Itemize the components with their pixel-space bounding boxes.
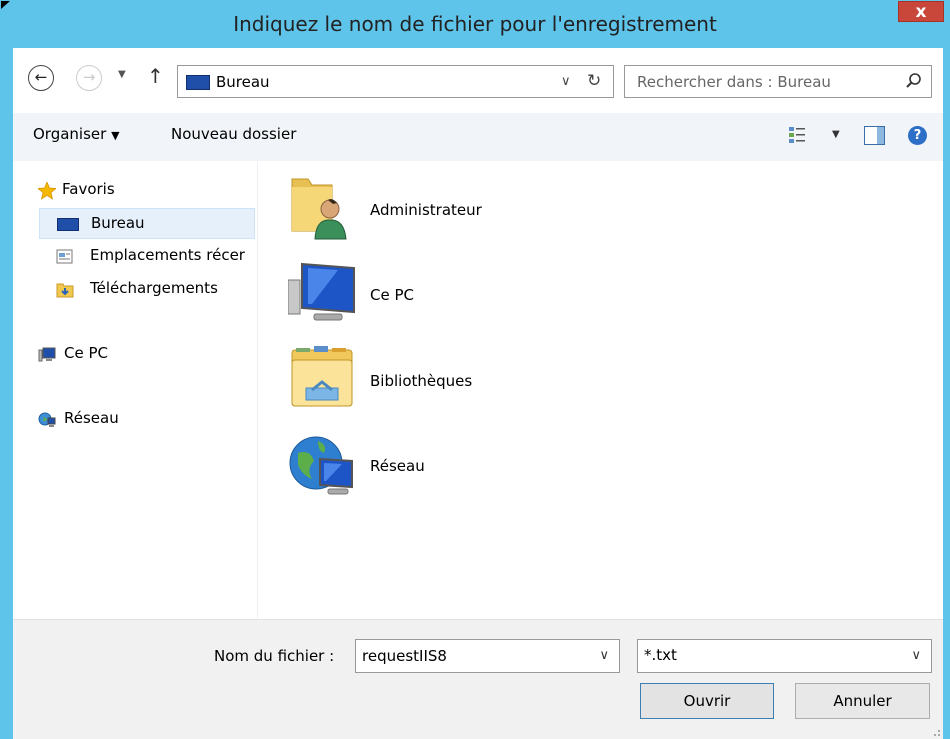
recent-locations-dropdown-icon[interactable]: ▼ <box>118 69 126 80</box>
up-arrow-icon[interactable]: ↑ <box>147 64 164 88</box>
sidebar-item-label: Emplacements récer <box>90 246 245 264</box>
desktop-icon <box>57 218 79 231</box>
list-item-ce-pc[interactable]: Ce PC <box>288 258 688 338</box>
network-globe-icon <box>289 436 353 495</box>
change-view-icon[interactable] <box>789 127 805 143</box>
navigation-bar: ← → ▼ ↑ Bureau ∨ ↻ Rechercher dans : Bur… <box>13 48 943 113</box>
sidebar-item-label: Favoris <box>62 180 115 198</box>
sidebar-item-this-pc[interactable]: Ce PC <box>38 341 248 369</box>
filename-input[interactable]: requestIIS8 ∨ <box>355 639 620 673</box>
filetype-select[interactable]: *.txt ∨ <box>637 639 932 673</box>
system-menu-icon[interactable] <box>1 1 10 9</box>
filetype-value: *.txt <box>644 646 677 664</box>
new-folder-button[interactable]: Nouveau dossier <box>171 125 296 143</box>
sidebar-item-label: Réseau <box>64 409 119 427</box>
chevron-down-icon: ▼ <box>111 129 120 142</box>
sidebar-item-favorites[interactable]: Favoris <box>38 177 248 205</box>
downloads-folder-icon <box>56 283 74 298</box>
chevron-down-icon[interactable]: ∨ <box>561 74 571 89</box>
star-icon <box>38 182 56 200</box>
chevron-down-icon[interactable]: ∨ <box>911 648 921 663</box>
organize-button[interactable]: Organiser ▼ <box>33 125 120 143</box>
item-name: Bibliothèques <box>370 372 473 390</box>
address-bar[interactable]: Bureau ∨ ↻ <box>177 65 614 98</box>
filename-value: requestIIS8 <box>362 647 447 665</box>
chevron-down-icon[interactable]: ∨ <box>599 648 609 663</box>
search-icon[interactable] <box>905 72 923 90</box>
save-dialog-window: Indiquez le nom de fichier pour l'enregi… <box>0 0 950 739</box>
desktop-icon <box>186 75 210 90</box>
cancel-button[interactable]: Annuler <box>795 683 930 719</box>
open-button[interactable]: Ouvrir <box>640 683 774 719</box>
organize-label: Organiser <box>33 125 107 143</box>
navigation-pane: Favoris Bureau Emplacements récer Téléch… <box>13 161 258 619</box>
network-globe-icon <box>38 412 56 427</box>
dialog-client-area: ← → ▼ ↑ Bureau ∨ ↻ Rechercher dans : Bur… <box>13 48 943 739</box>
user-folder-icon <box>291 178 347 240</box>
refresh-icon[interactable]: ↻ <box>587 71 601 91</box>
preview-pane-icon[interactable] <box>864 126 885 145</box>
item-name: Administrateur <box>370 201 482 219</box>
sidebar-item-label: Ce PC <box>64 344 108 362</box>
sidebar-item-label: Téléchargements <box>90 279 218 297</box>
sidebar-item-downloads[interactable]: Téléchargements <box>56 276 256 304</box>
filename-label: Nom du fichier : <box>214 647 335 665</box>
item-name: Ce PC <box>370 286 414 304</box>
back-button[interactable]: ← <box>28 65 54 91</box>
computer-icon <box>38 347 56 362</box>
help-icon[interactable]: ? <box>908 126 927 145</box>
forward-button[interactable]: → <box>76 65 102 91</box>
address-text: Bureau <box>216 73 270 91</box>
sidebar-item-bureau[interactable]: Bureau <box>39 208 255 239</box>
sidebar-item-label: Bureau <box>91 214 145 232</box>
file-list: Administrateur Ce PC Bibliothèques Résea… <box>258 161 943 619</box>
dialog-title: Indiquez le nom de fichier pour l'enregi… <box>233 12 717 36</box>
sidebar-item-network[interactable]: Réseau <box>38 406 248 434</box>
list-item-administrateur[interactable]: Administrateur <box>288 173 688 253</box>
view-options-dropdown-icon[interactable]: ▼ <box>832 129 840 140</box>
close-button[interactable]: x <box>898 1 944 22</box>
resize-grip-icon[interactable] <box>931 727 941 737</box>
search-input[interactable]: Rechercher dans : Bureau <box>624 65 932 98</box>
command-toolbar: Organiser ▼ Nouveau dossier ▼ ? <box>13 113 943 162</box>
recent-places-icon <box>56 249 73 264</box>
list-item-reseau[interactable]: Réseau <box>288 429 688 509</box>
item-name: Réseau <box>370 457 425 475</box>
libraries-icon <box>291 346 353 407</box>
title-bar[interactable]: Indiquez le nom de fichier pour l'enregi… <box>0 0 950 48</box>
computer-icon <box>288 262 355 321</box>
search-placeholder: Rechercher dans : Bureau <box>637 73 831 91</box>
sidebar-item-recent-places[interactable]: Emplacements récer <box>56 243 256 271</box>
list-item-bibliotheques[interactable]: Bibliothèques <box>288 344 688 424</box>
dialog-footer: Nom du fichier : requestIIS8 ∨ *.txt ∨ O… <box>13 619 943 739</box>
